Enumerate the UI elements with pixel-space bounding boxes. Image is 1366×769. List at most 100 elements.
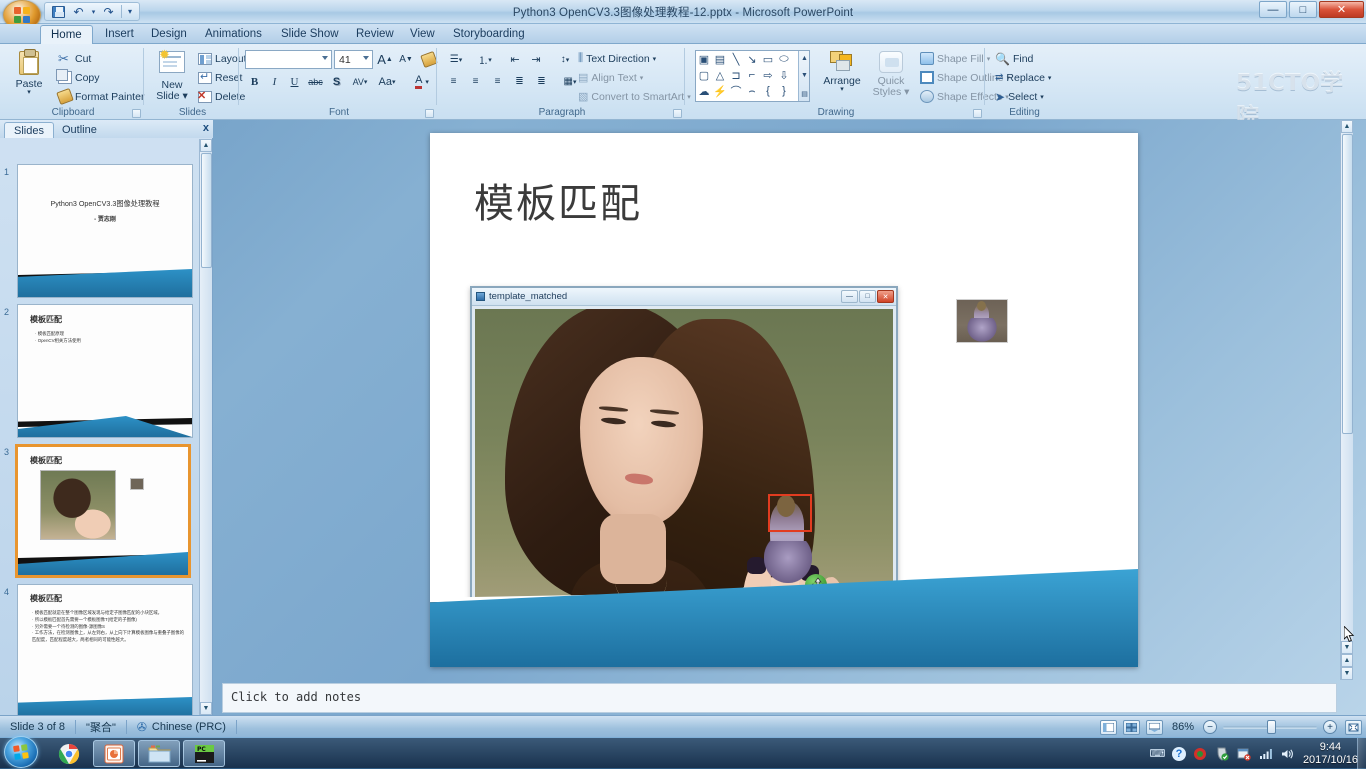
shapes-scroll-up-button[interactable]: ▲ [800,52,809,65]
slide-vertical-scrollbar[interactable]: ▲ ▼ ▲ ▼ [1340,120,1353,680]
clock[interactable]: 9:44 2017/10/16 [1303,741,1358,767]
line-spacing-button[interactable]: ↕ ▾ [552,50,578,69]
zoom-level-label[interactable]: 86% [1172,721,1194,733]
tab-outline[interactable]: Outline [53,122,106,138]
slide-title[interactable]: 模板匹配 [474,171,642,229]
security-icon[interactable] [1237,746,1252,761]
opencv-close-button[interactable]: ✕ [877,290,894,303]
font-name-input[interactable] [245,50,332,69]
close-button[interactable]: ✕ [1319,1,1364,18]
tab-slides[interactable]: Slides [4,122,54,138]
font-size-input[interactable]: 41 [334,50,373,69]
template-image[interactable] [956,299,1008,343]
slide-thumbnail-4[interactable]: 模板匹配 模板匹配就是在整个图像区域发现与给定子图像匹配的小块区域。 所以模板匹… [17,584,193,715]
slides-panel-scrollbar[interactable]: ▲ ▼ [199,139,212,715]
format-painter-button[interactable]: Format Painter [56,87,146,106]
strikethrough-button[interactable]: abc [305,72,326,91]
grow-font-button[interactable]: A ▲ [375,50,395,69]
copy-button[interactable]: Copy [56,69,102,86]
shape-textbox-icon[interactable]: ▣ [696,51,712,67]
shape-rounded-rect-icon[interactable]: ▢ [696,67,712,83]
numbering-button[interactable]: ⒈ ▾ [472,50,498,69]
shape-curve-icon[interactable]: ⌒ [728,83,744,99]
bold-button[interactable]: B [245,72,264,91]
text-direction-button[interactable]: ⫼ Text Direction ▾ [576,50,658,67]
convert-smartart-button[interactable]: ▧ Convert to SmartArt ▾ [576,88,693,105]
next-slide-button[interactable]: ▼ [1341,667,1353,680]
minimize-button[interactable]: — [1259,1,1287,18]
reading-view-button[interactable] [1145,719,1163,735]
shape-right-brace-icon[interactable]: } [776,83,792,99]
slide-scroll-thumb[interactable] [1342,134,1353,434]
notes-placeholder[interactable]: Click to add notes [222,683,1337,713]
slide-counter[interactable]: Slide 3 of 8 [0,716,75,738]
current-slide[interactable]: 模板匹配 template_matched — □ ✕ [430,133,1138,667]
tab-storyboarding[interactable]: Storyboarding [443,25,535,44]
taskbar-item-explorer[interactable] [138,740,180,767]
keyboard-icon[interactable]: ⌨ [1150,746,1166,761]
distributed-button[interactable]: ≣ [531,72,552,91]
zoom-out-button[interactable]: − [1203,720,1217,734]
shrink-font-button[interactable]: A ▼ [396,50,416,69]
help-icon[interactable]: ? [1171,746,1186,761]
zoom-in-button[interactable]: + [1323,720,1337,734]
opencv-maximize-button[interactable]: □ [859,290,876,303]
align-text-button[interactable]: ▤ Align Text ▾ [576,69,645,86]
bullets-button[interactable]: ☰ ▾ [443,50,469,69]
drawing-dialog-launcher[interactable] [973,109,982,118]
tab-home[interactable]: Home [40,25,93,44]
tab-view[interactable]: View [400,25,445,44]
shape-elbow-arrow-icon[interactable]: ⌐ [744,67,760,83]
close-panel-button[interactable]: x [203,122,209,134]
justify-button[interactable]: ≣ [509,72,530,91]
shape-fill-button[interactable]: Shape Fill ▾ [918,50,992,67]
panel-scroll-thumb[interactable] [201,153,212,268]
slide-thumbnail-1[interactable]: Python3 OpenCV3.3图像处理教程 - 贾志刚 [17,164,193,298]
slide-thumbnail-3[interactable]: 模板匹配 [15,444,191,578]
shape-elbow-icon[interactable]: ⊐ [728,67,744,83]
shapes-scroll-down-button[interactable]: ▼ [800,69,809,82]
shapes-more-button[interactable]: ▤ [800,87,809,100]
notes-pane[interactable]: Click to add notes [214,683,1353,715]
italic-button[interactable]: I [265,72,284,91]
taskbar-item-chrome[interactable] [48,740,90,767]
change-case-button[interactable]: Aa ▾ [374,72,400,91]
panel-scroll-down-button[interactable]: ▼ [200,702,212,715]
tab-slide-show[interactable]: Slide Show [271,25,349,44]
align-right-button[interactable]: ≡ [487,72,508,91]
maximize-button[interactable]: □ [1289,1,1317,18]
tab-insert[interactable]: Insert [95,25,144,44]
shape-down-arrow-icon[interactable]: ⇩ [776,67,792,83]
shape-right-arrow-icon[interactable]: ⇨ [760,67,776,83]
increase-indent-button[interactable]: ⇥ [526,50,546,69]
clipboard-dialog-launcher[interactable] [132,109,141,118]
shape-left-brace-icon[interactable]: { [760,83,776,99]
taskbar-item-pycharm[interactable]: PC [183,740,225,767]
opencv-minimize-button[interactable]: — [841,290,858,303]
shapes-gallery-scrollbar[interactable]: ▲ ▼ ▤ [798,51,809,101]
underline-button[interactable]: U [285,72,304,91]
shape-lightning-icon[interactable]: ⚡ [712,83,728,99]
shape-rectangle-icon[interactable]: ▭ [760,51,776,67]
new-slide-button[interactable]: ✹ New Slide ▾ [152,47,192,102]
font-color-button[interactable]: A ▾ [407,72,437,91]
arrange-button[interactable]: Arrange ▾ [818,51,866,93]
zoom-slider[interactable] [1223,720,1317,734]
taskbar-item-powerpoint[interactable] [93,740,135,767]
normal-view-button[interactable] [1099,719,1117,735]
shape-arrow-icon[interactable]: ↘ [744,51,760,67]
slide-scroll-up-button[interactable]: ▲ [1341,120,1353,133]
zoom-slider-handle[interactable] [1267,720,1276,734]
select-button[interactable]: ➤ Select ▾ [993,88,1046,105]
fit-slide-button[interactable] [1345,719,1362,735]
shape-vertical-textbox-icon[interactable]: ▤ [712,51,728,67]
start-button[interactable] [4,736,38,768]
replace-button[interactable]: ⇄ Replace ▾ [993,69,1053,86]
find-button[interactable]: 🔍 Find [993,50,1035,67]
character-spacing-button[interactable]: AV ▾ [347,72,373,91]
cut-button[interactable]: ✂ Cut [56,50,93,67]
shapes-gallery[interactable]: ▣ ▤ ╲ ↘ ▭ ⬭ ▢ △ ⊐ ⌐ ⇨ ⇩ ☁ ⚡ ⌒ ⌢ { } ▲ ▼ … [695,50,810,102]
shape-triangle-icon[interactable]: △ [712,67,728,83]
antivirus-icon[interactable] [1215,746,1230,761]
paragraph-dialog-launcher[interactable] [673,109,682,118]
